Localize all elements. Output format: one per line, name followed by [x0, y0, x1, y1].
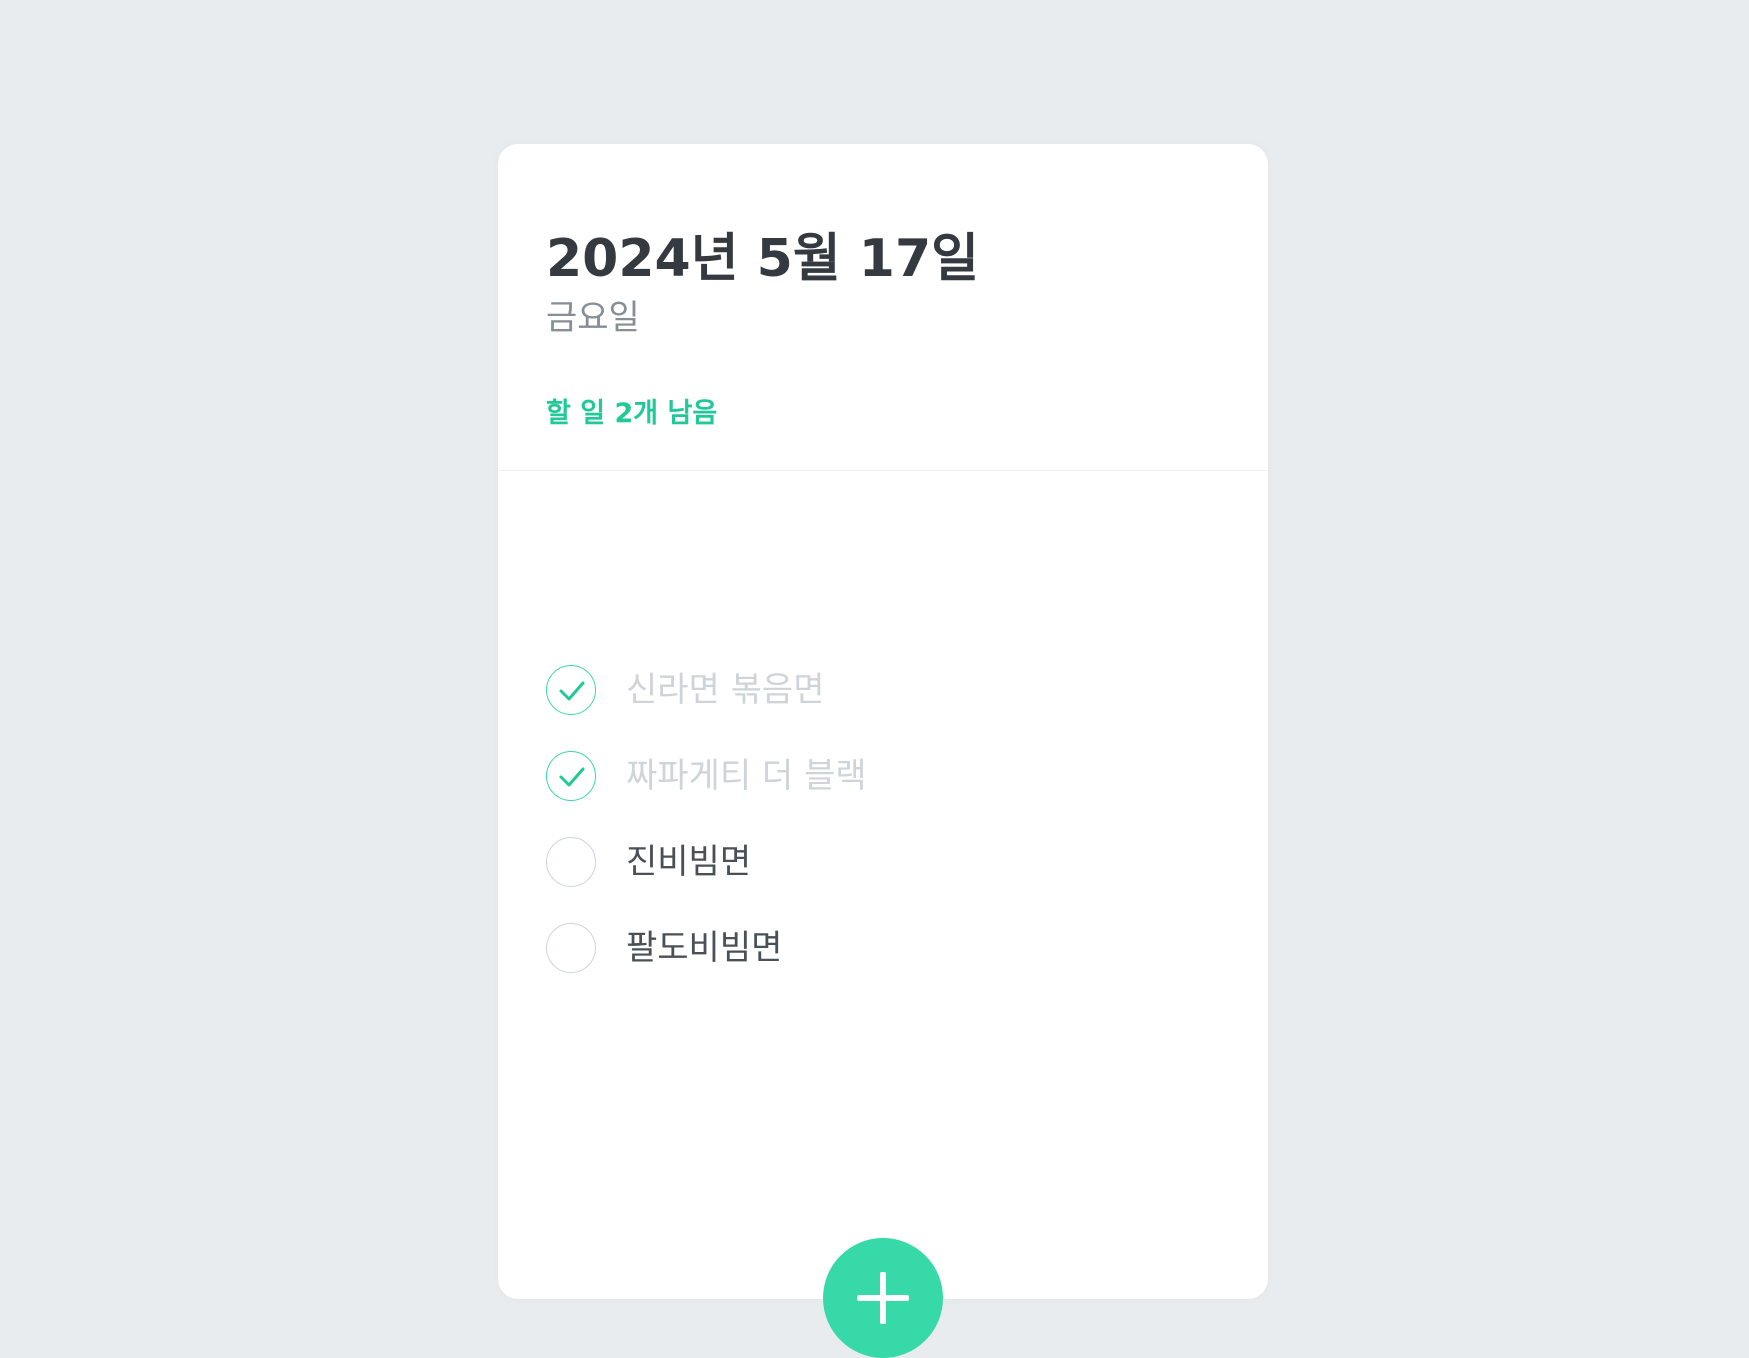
plus-icon-vertical — [880, 1272, 886, 1324]
add-todo-button[interactable] — [823, 1238, 943, 1358]
check-icon — [559, 767, 585, 787]
todo-text: 진비빔면 — [626, 842, 752, 882]
todo-checkbox[interactable] — [546, 837, 596, 887]
todo-text: 짜파게티 더 블랙 — [626, 756, 867, 796]
todo-text: 신라면 볶음면 — [626, 670, 825, 710]
todo-item[interactable]: 진비빔면 — [546, 837, 1226, 889]
tasks-remaining-count: 할 일 2개 남음 — [546, 398, 718, 429]
check-icon — [559, 681, 585, 701]
todo-text: 팔도비빔면 — [626, 928, 783, 968]
todo-checkbox[interactable] — [546, 751, 596, 801]
date-title: 2024년 5월 17일 — [546, 229, 979, 289]
todo-header: 2024년 5월 17일 금요일 할 일 2개 남음 — [498, 144, 1268, 471]
todo-checkbox[interactable] — [546, 923, 596, 973]
todo-item[interactable]: 신라면 볶음면 — [546, 665, 1226, 717]
todo-item[interactable]: 짜파게티 더 블랙 — [546, 751, 1226, 803]
weekday-label: 금요일 — [546, 298, 640, 338]
todo-item[interactable]: 팔도비빔면 — [546, 923, 1226, 975]
todo-checkbox[interactable] — [546, 665, 596, 715]
todo-card: 2024년 5월 17일 금요일 할 일 2개 남음 신라면 볶음면 짜파게티 … — [498, 144, 1268, 1299]
